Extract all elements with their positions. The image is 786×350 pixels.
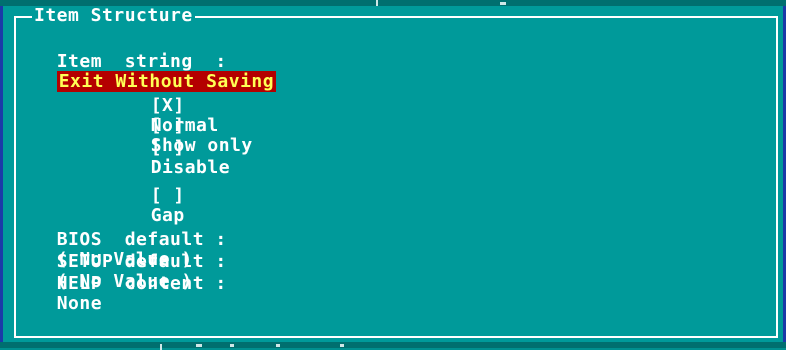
help-content-row: HELP content : None (34, 254, 227, 314)
item-string-label: Item string : (56, 51, 227, 72)
help-content-label: HELP content : (56, 273, 227, 294)
frame-title: Item Structure (32, 5, 195, 26)
bottom-edge (0, 342, 786, 350)
gap-checkbox[interactable]: [ ] (151, 186, 185, 206)
disable-checkbox[interactable]: [ ] (151, 138, 185, 158)
help-content-value[interactable]: None (57, 293, 102, 314)
